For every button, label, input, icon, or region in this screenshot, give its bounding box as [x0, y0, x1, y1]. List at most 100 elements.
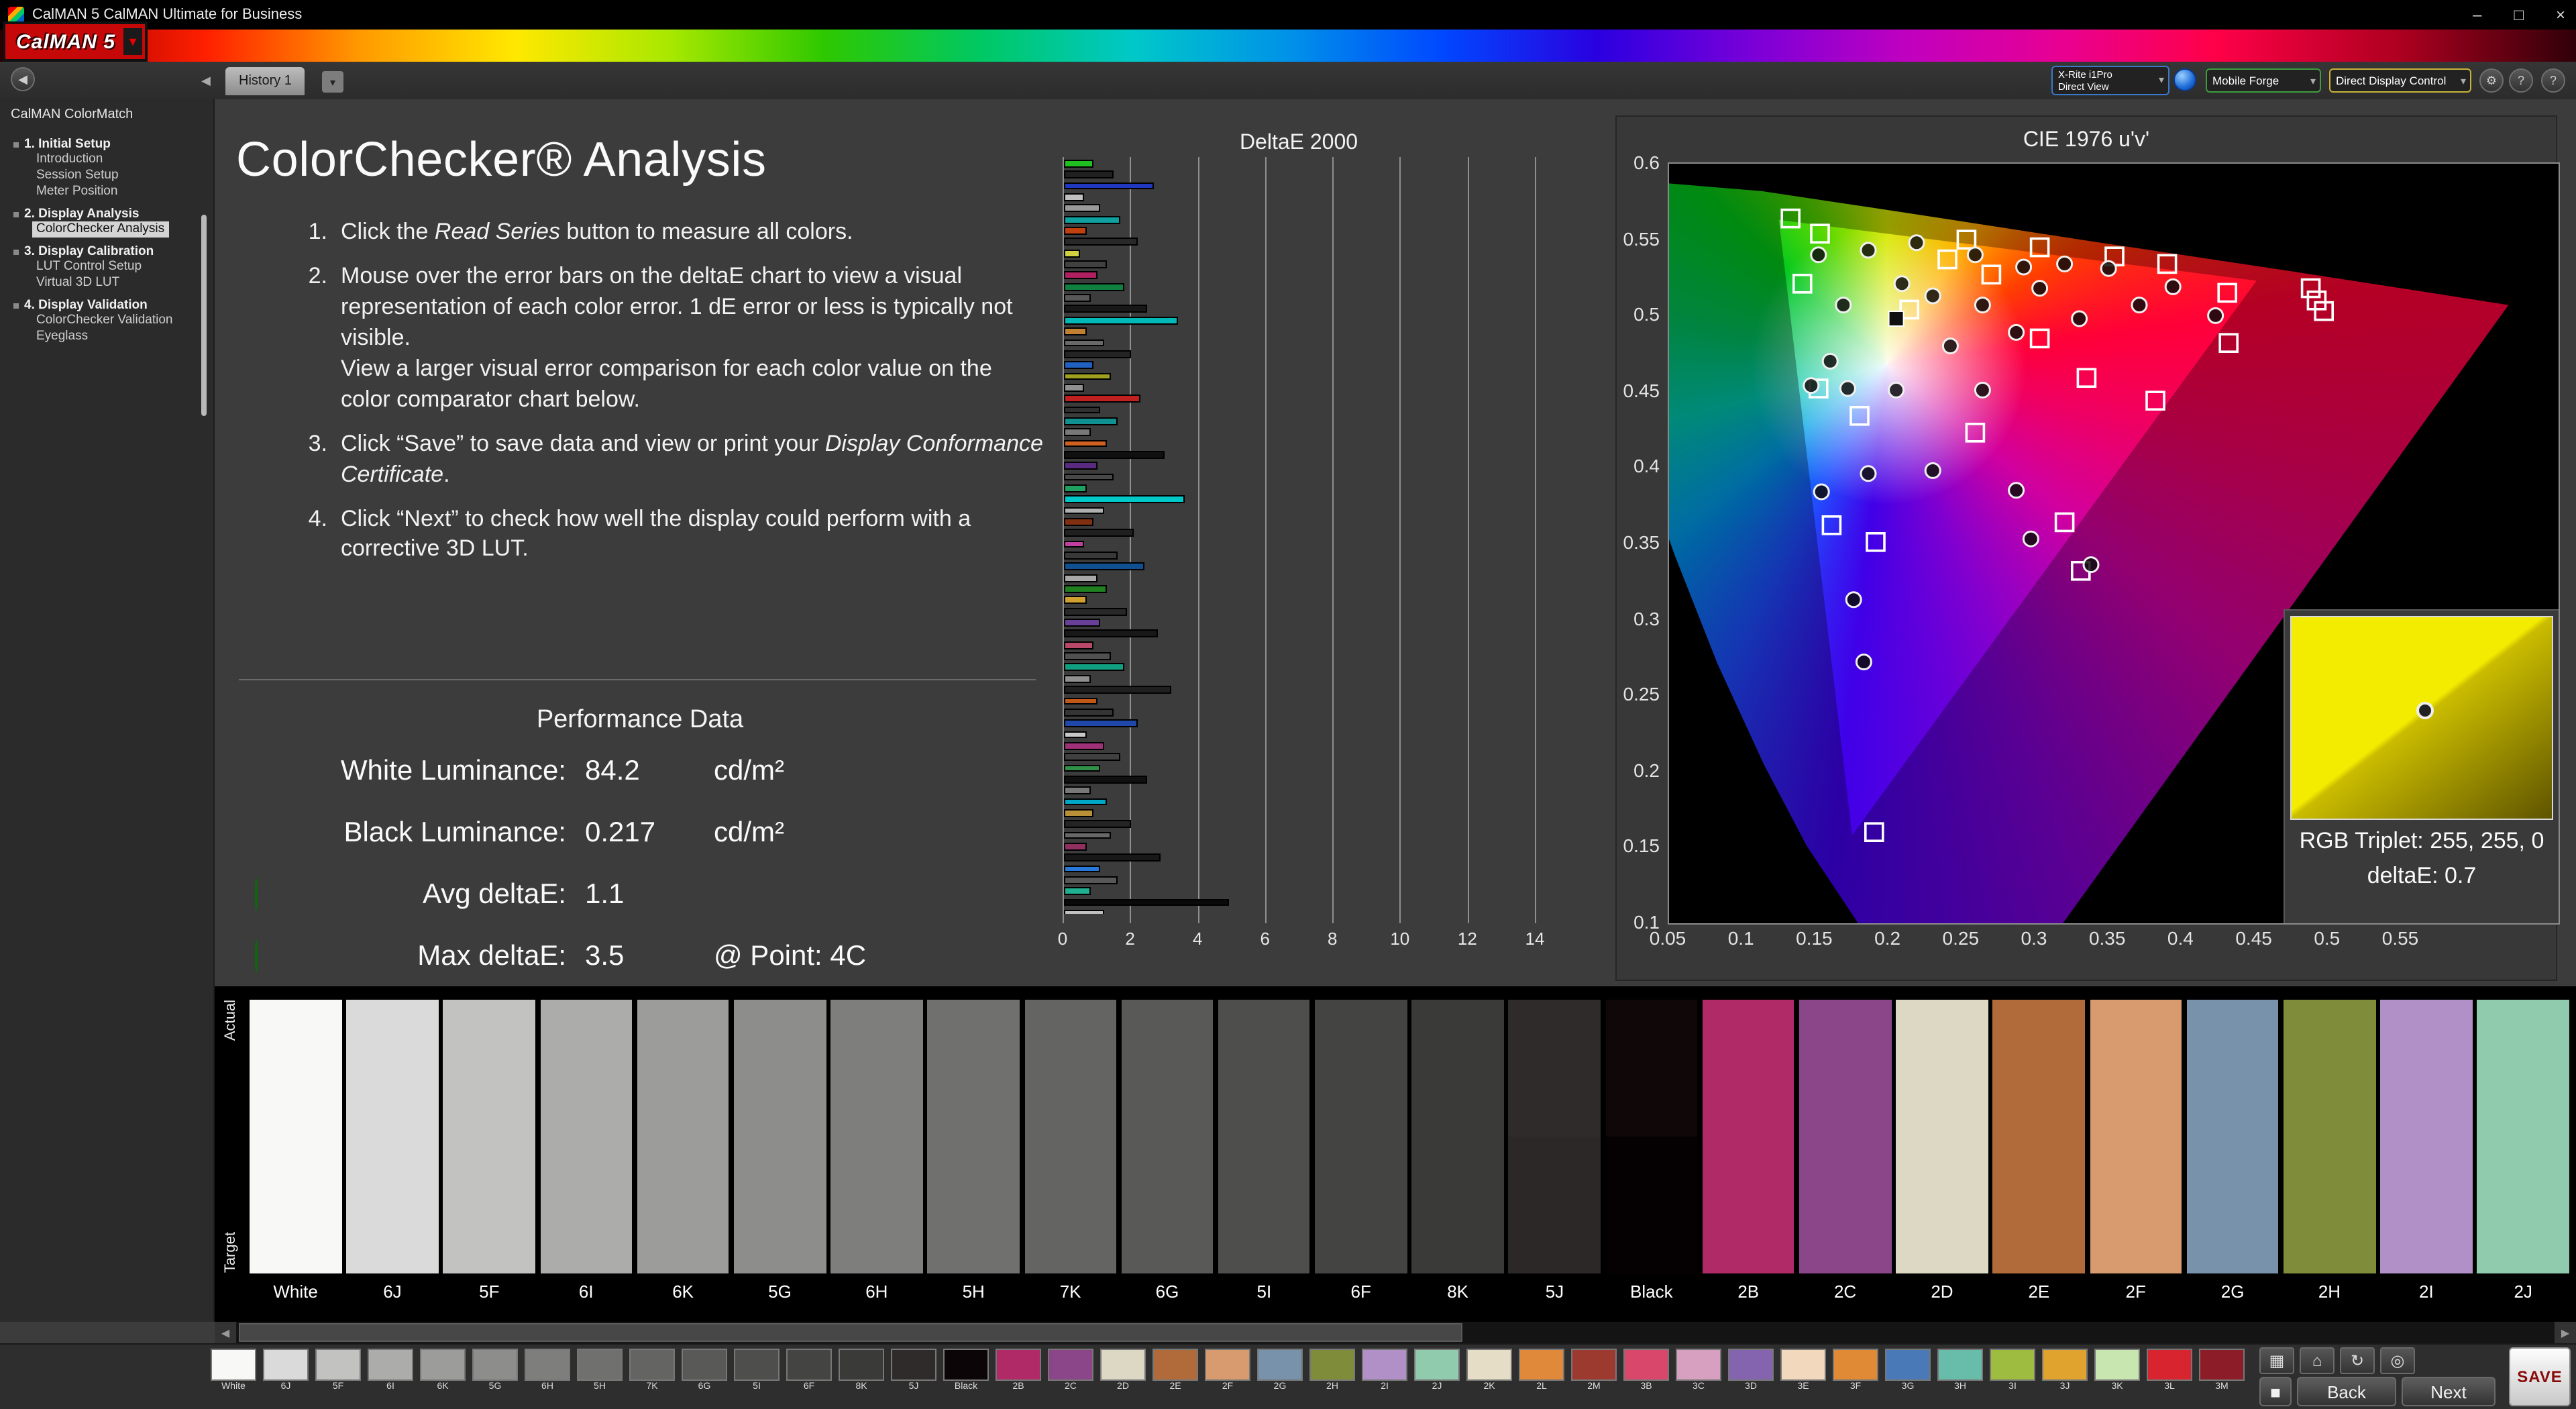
mini-swatch-6g[interactable]: 6G [680, 1349, 729, 1392]
sidebar-item-introduction[interactable]: Introduction [32, 152, 107, 168]
deltae-bar[interactable] [1064, 596, 1087, 605]
mini-swatch-5f[interactable]: 5F [314, 1349, 362, 1392]
deltae-bar[interactable] [1064, 215, 1120, 223]
help-button-2[interactable]: ? [2541, 68, 2565, 93]
deltae-bar[interactable] [1064, 798, 1107, 806]
nav-back-button[interactable]: ◀ [11, 67, 35, 91]
deltae-bar[interactable] [1064, 272, 1097, 280]
mini-swatch-3l[interactable]: 3L [2145, 1349, 2194, 1392]
deltae-bar[interactable] [1064, 439, 1107, 448]
swatch-patch-5j[interactable] [1509, 1000, 1601, 1273]
logo-dropdown-icon[interactable]: ▼ [123, 28, 142, 55]
deltae-bar[interactable] [1064, 719, 1138, 727]
deltae-bar[interactable] [1064, 384, 1083, 392]
swatch-patch-2f[interactable] [2090, 1000, 2182, 1273]
mini-swatch-6i[interactable]: 6I [366, 1349, 415, 1392]
deltae-bar[interactable] [1064, 619, 1100, 627]
swatch-patch-2d[interactable] [1896, 1000, 1988, 1273]
swatch-patch-2h[interactable] [2284, 1000, 2375, 1273]
mini-swatch-3k[interactable]: 3K [2093, 1349, 2141, 1392]
mini-swatch-5h[interactable]: 5H [576, 1349, 624, 1392]
deltae-bar[interactable] [1064, 484, 1087, 492]
deltae-bar[interactable] [1064, 865, 1100, 873]
sidebar-item-colorchecker-analysis[interactable]: ColorChecker Analysis [32, 221, 168, 238]
mini-swatch-2b[interactable]: 2B [994, 1349, 1042, 1392]
deltae-bar[interactable] [1064, 294, 1090, 302]
sidebar-section-1-initial-setup[interactable]: 1. Initial Setup [13, 137, 213, 152]
swatch-patch-2j[interactable] [2477, 1000, 2569, 1273]
mini-swatch-3c[interactable]: 3C [1674, 1349, 1723, 1392]
deltae-bar[interactable] [1064, 473, 1114, 481]
deltae-bar[interactable] [1064, 731, 1087, 739]
deltae-bar[interactable] [1064, 361, 1093, 369]
deltae-bar[interactable] [1064, 776, 1148, 784]
mini-swatch-2c[interactable]: 2C [1046, 1349, 1095, 1392]
scrollbar-thumb[interactable] [239, 1323, 1462, 1342]
deltae-bar[interactable] [1064, 552, 1117, 560]
swatch-patch-2e[interactable] [1993, 1000, 2085, 1273]
sidebar-item-eyeglass[interactable]: Eyeglass [32, 329, 92, 345]
next-button[interactable]: Next [2402, 1377, 2496, 1406]
deltae-bar[interactable] [1064, 630, 1158, 638]
source-dropdown[interactable]: Mobile Forge ▾ [2206, 68, 2321, 93]
deltae-bar[interactable] [1064, 641, 1093, 649]
swatch-patch-6f[interactable] [1315, 1000, 1407, 1273]
mini-swatch-2m[interactable]: 2M [1570, 1349, 1618, 1392]
meter-status-icon[interactable] [2174, 68, 2196, 91]
swatch-patch-black[interactable] [1605, 1000, 1697, 1273]
deltae-bar[interactable] [1064, 540, 1083, 548]
deltae-bar[interactable] [1064, 876, 1117, 884]
deltae-bar[interactable] [1064, 327, 1087, 335]
deltae-bar[interactable] [1064, 664, 1124, 672]
deltae-bar[interactable] [1064, 317, 1178, 325]
swatch-patch-5h[interactable] [928, 1000, 1020, 1273]
swatch-patch-5i[interactable] [1218, 1000, 1310, 1273]
mini-swatch-2i[interactable]: 2I [1360, 1349, 1409, 1392]
mini-swatch-3e[interactable]: 3E [1779, 1349, 1827, 1392]
sidebar-item-colorchecker-validation[interactable]: ColorChecker Validation [32, 313, 177, 329]
stop-button[interactable]: ■ [2259, 1377, 2292, 1406]
mini-swatch-3m[interactable]: 3M [2198, 1349, 2246, 1392]
mini-swatch-2k[interactable]: 2K [1465, 1349, 1513, 1392]
display-control-dropdown[interactable]: Direct Display Control ▾ [2329, 68, 2471, 93]
deltae-bar[interactable] [1064, 305, 1148, 313]
mini-swatch-2f[interactable]: 2F [1203, 1349, 1252, 1392]
mini-swatch-6k[interactable]: 6K [419, 1349, 467, 1392]
swatch-patch-2c[interactable] [1799, 1000, 1891, 1273]
mini-swatch-2d[interactable]: 2D [1099, 1349, 1147, 1392]
sidebar-item-meter-position[interactable]: Meter Position [32, 184, 121, 200]
deltae-bar[interactable] [1064, 563, 1144, 571]
meter-dropdown[interactable]: X-Rite i1Pro Direct View ▾ [2051, 66, 2169, 95]
sidebar-item-session-setup[interactable]: Session Setup [32, 168, 123, 184]
deltae-bar[interactable] [1064, 507, 1104, 515]
deltae-bar[interactable] [1064, 283, 1124, 291]
deltae-bar[interactable] [1064, 686, 1171, 694]
close-button[interactable]: × [2556, 5, 2565, 24]
deltae-bar[interactable] [1064, 205, 1100, 213]
swatch-patch-white[interactable] [250, 1000, 341, 1273]
deltae-bar[interactable] [1064, 821, 1131, 829]
mini-swatch-5g[interactable]: 5G [471, 1349, 519, 1392]
deltae-bar[interactable] [1064, 350, 1131, 358]
swatch-patch-7k[interactable] [1024, 1000, 1116, 1273]
deltae-bar[interactable] [1064, 608, 1128, 616]
deltae-bar[interactable] [1064, 250, 1080, 258]
mini-swatch-5j[interactable]: 5J [890, 1349, 938, 1392]
deltae-bar[interactable] [1064, 787, 1090, 795]
mini-swatch-2e[interactable]: 2E [1151, 1349, 1199, 1392]
deltae-bar[interactable] [1064, 529, 1134, 537]
swatch-patch-2b[interactable] [1703, 1000, 1794, 1273]
save-button[interactable]: SAVE [2509, 1347, 2571, 1406]
deltae-bar[interactable] [1064, 260, 1107, 268]
swatch-patch-2g[interactable] [2187, 1000, 2279, 1273]
mini-swatch-2h[interactable]: 2H [1308, 1349, 1356, 1392]
sidebar-section-3-display-calibration[interactable]: 3. Display Calibration [13, 244, 213, 259]
maximize-button[interactable]: □ [2514, 5, 2524, 24]
deltae-bar[interactable] [1064, 193, 1083, 201]
swatch-patch-2i[interactable] [2380, 1000, 2472, 1273]
mini-swatch-3d[interactable]: 3D [1727, 1349, 1775, 1392]
mini-swatch-2l[interactable]: 2L [1517, 1349, 1566, 1392]
deltae-bar[interactable] [1064, 372, 1110, 380]
deltae-bar[interactable] [1064, 429, 1090, 437]
deltae-bar[interactable] [1064, 395, 1141, 403]
